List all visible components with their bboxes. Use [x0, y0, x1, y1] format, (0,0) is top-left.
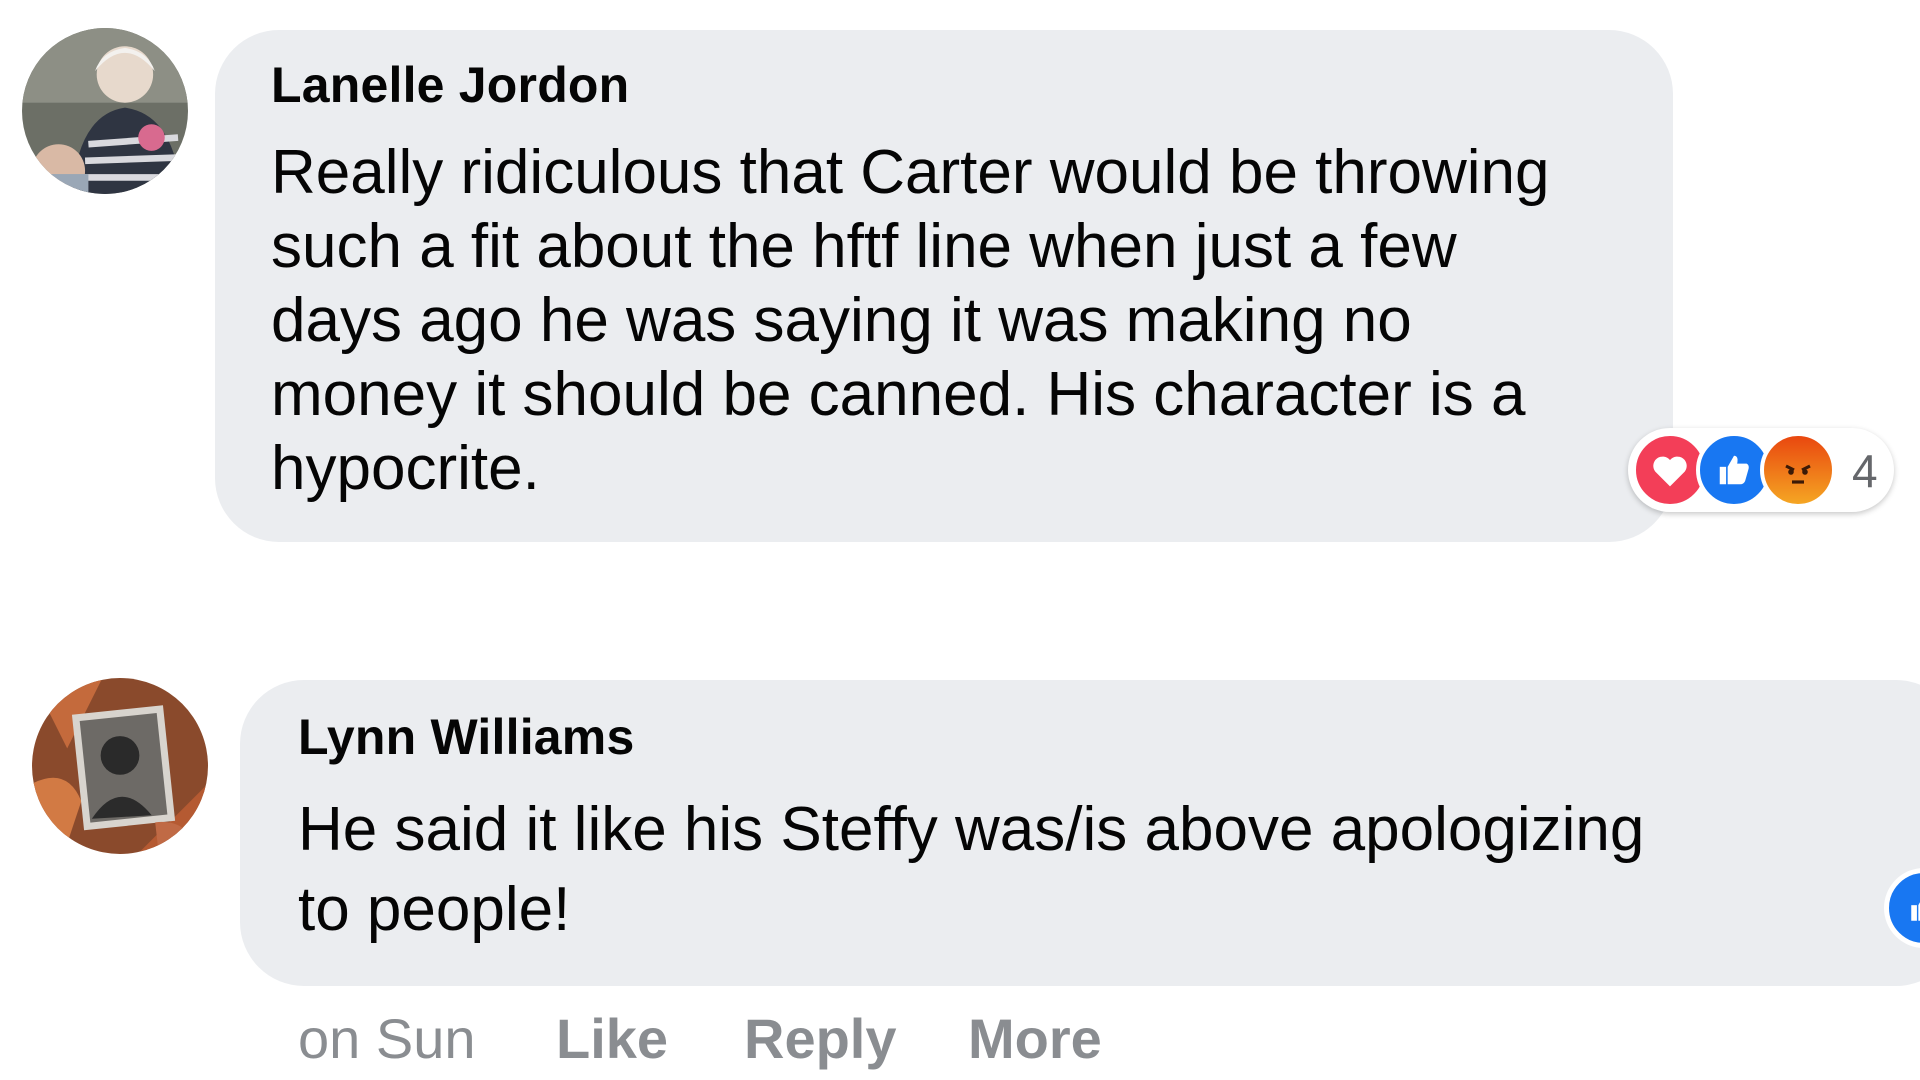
comment-actions: on Sun Like Reply More: [298, 1006, 1198, 1076]
comment-author[interactable]: Lanelle Jordon: [271, 56, 629, 114]
avatar-photo: [22, 28, 188, 194]
angry-icon: [1760, 432, 1836, 508]
comment-bubble: Lynn Williams He said it like his Steffy…: [240, 680, 1920, 986]
more-link[interactable]: More: [968, 1006, 1102, 1071]
reaction-count: 4: [1852, 445, 1878, 497]
avatar[interactable]: [32, 678, 208, 854]
comment-text: Really ridiculous that Carter would be t…: [271, 138, 1550, 503]
reactions-summary[interactable]: 4: [1628, 428, 1894, 512]
reply-link[interactable]: Reply: [744, 1006, 897, 1071]
comment-author[interactable]: Lynn Williams: [298, 708, 634, 766]
comment-text: He said it like his Steffy was/is above …: [298, 795, 1645, 944]
comment-bubble: Lanelle Jordon Really ridiculous that Ca…: [215, 30, 1673, 542]
like-link[interactable]: Like: [556, 1006, 668, 1071]
comment-timestamp[interactable]: on Sun: [298, 1006, 476, 1071]
avatar[interactable]: [22, 28, 188, 194]
avatar-photo: [32, 678, 208, 854]
